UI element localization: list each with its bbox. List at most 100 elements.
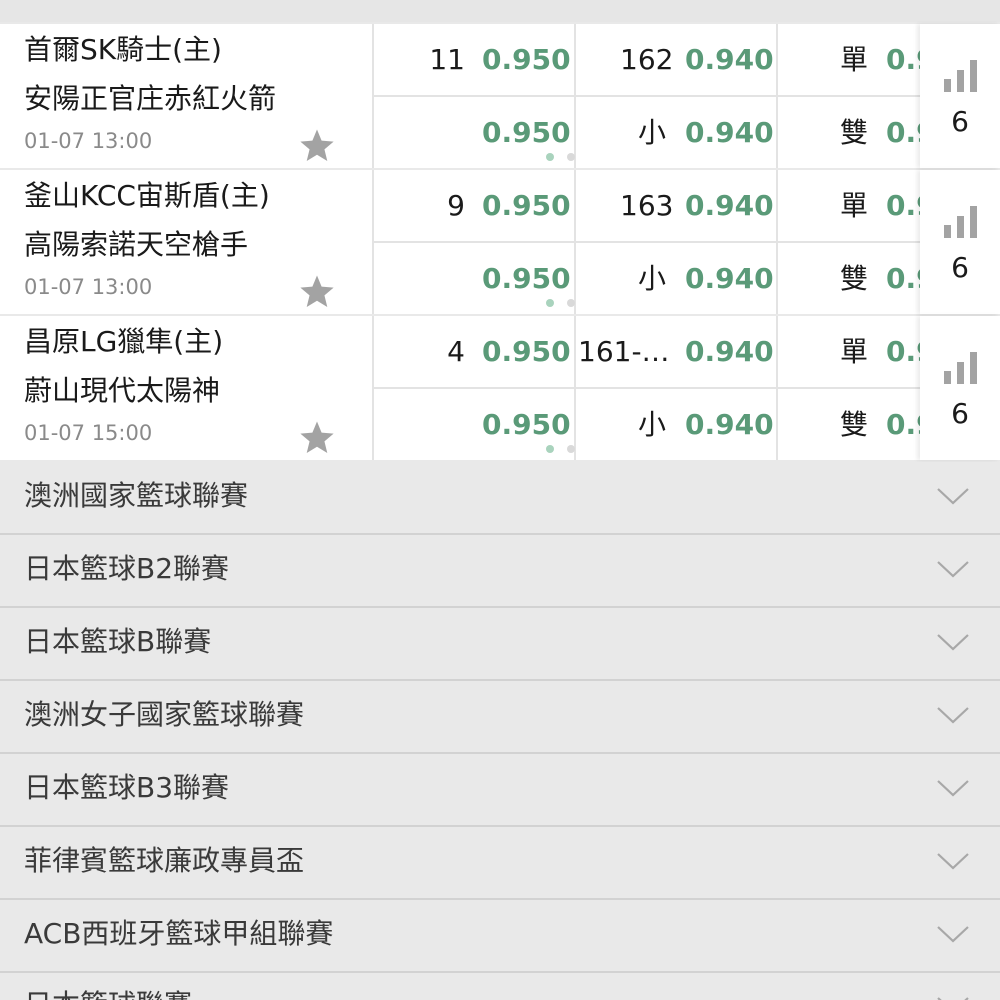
league-name: 日本籃球B2聯賽 — [24, 552, 230, 585]
even-odds: 0.9 — [886, 116, 920, 149]
league-name: 澳洲國家籃球聯賽 — [24, 479, 249, 512]
league-row[interactable]: 日本籃球聯賽 — [0, 973, 1000, 1000]
handicap-odds: 0.950 — [482, 43, 571, 76]
dot-inactive — [567, 299, 575, 307]
under-label: 小 — [638, 408, 667, 441]
even-label: 雙 — [840, 262, 869, 295]
handicap-line: 4 — [447, 335, 465, 368]
handicap-home-cell[interactable]: 11 0.950 — [374, 24, 574, 95]
dot-inactive — [567, 445, 575, 453]
league-name: 日本籃球聯賽 — [24, 991, 192, 1000]
under-label: 小 — [638, 262, 667, 295]
total-odds: 0.940 — [685, 262, 774, 295]
league-name: 日本籃球B聯賽 — [24, 625, 212, 658]
handicap-home-cell[interactable]: 9 0.950 — [374, 170, 574, 241]
match-info[interactable]: 首爾SK騎士(主) 安陽正官庄赤紅火箭 01-07 13:00 — [0, 24, 372, 168]
league-name: 澳洲女子國家籃球聯賽 — [24, 698, 305, 731]
match-time: 01-07 15:00 — [24, 421, 153, 445]
odd-cell[interactable]: 單 0.9 — [778, 170, 920, 241]
chevron-down-icon — [937, 997, 969, 1000]
handicap-line: 9 — [447, 189, 465, 222]
total-over-cell[interactable]: 162 0.940 — [576, 24, 776, 95]
league-row[interactable]: 日本籃球B3聯賽 — [0, 754, 1000, 827]
total-under-cell[interactable]: 小 0.940 — [576, 97, 776, 168]
handicap-odds: 0.950 — [482, 408, 571, 441]
total-odds: 0.940 — [685, 116, 774, 149]
handicap-odds: 0.950 — [482, 335, 571, 368]
dot-active — [546, 299, 554, 307]
league-row[interactable]: 澳洲國家籃球聯賽 — [0, 462, 1000, 535]
chevron-down-icon — [937, 707, 969, 724]
even-label: 雙 — [840, 408, 869, 441]
star-icon[interactable] — [298, 419, 336, 457]
league-row[interactable]: 菲律賓籃球廉政專員盃 — [0, 827, 1000, 900]
match-info[interactable]: 釜山KCC宙斯盾(主) 高陽索諾天空槍手 01-07 13:00 — [0, 170, 372, 314]
even-cell[interactable]: 雙 0.9 — [778, 389, 920, 460]
total-over-cell[interactable]: 163 0.940 — [576, 170, 776, 241]
match-time: 01-07 13:00 — [24, 129, 153, 153]
home-team: 釜山KCC宙斯盾(主) — [24, 179, 270, 212]
odd-odds: 0.9 — [886, 43, 920, 76]
handicap-line: 11 — [429, 43, 465, 76]
league-name: 日本籃球B3聯賽 — [24, 771, 230, 804]
dot-active — [546, 445, 554, 453]
away-team: 安陽正官庄赤紅火箭 — [24, 82, 277, 115]
even-cell[interactable]: 雙 0.9 — [778, 243, 920, 314]
home-team: 首爾SK騎士(主) — [24, 33, 222, 66]
odd-label: 單 — [840, 189, 869, 222]
handicap-home-cell[interactable]: 4 0.950 — [374, 316, 574, 387]
total-odds: 0.940 — [685, 335, 774, 368]
under-label: 小 — [638, 116, 667, 149]
chevron-down-icon — [937, 488, 969, 505]
match-row: 昌原LG獵隼(主) 蔚山現代太陽神 01-07 15:00 4 0.950 0.… — [0, 316, 1000, 460]
handicap-odds: 0.950 — [482, 116, 571, 149]
odd-label: 單 — [840, 335, 869, 368]
total-over-cell[interactable]: 161-… 0.940 — [576, 316, 776, 387]
even-cell[interactable]: 雙 0.9 — [778, 97, 920, 168]
more-markets-button[interactable]: 6 — [920, 24, 1000, 168]
total-line: 163 — [620, 189, 674, 222]
handicap-away-cell[interactable]: 0.950 — [374, 97, 574, 168]
even-label: 雙 — [840, 116, 869, 149]
match-time: 01-07 13:00 — [24, 275, 153, 299]
more-markets-count: 6 — [951, 105, 969, 138]
even-odds: 0.9 — [886, 408, 920, 441]
signal-bars-icon — [944, 206, 977, 238]
match-row: 首爾SK騎士(主) 安陽正官庄赤紅火箭 01-07 13:00 11 0.950… — [0, 24, 1000, 168]
more-markets-count: 6 — [951, 251, 969, 284]
handicap-odds: 0.950 — [482, 189, 571, 222]
dot-active — [546, 153, 554, 161]
more-markets-button[interactable]: 6 — [920, 316, 1000, 460]
star-icon[interactable] — [298, 127, 336, 165]
star-icon[interactable] — [298, 273, 336, 311]
league-row[interactable]: 澳洲女子國家籃球聯賽 — [0, 681, 1000, 754]
odd-cell[interactable]: 單 0.9 — [778, 24, 920, 95]
odd-odds: 0.9 — [886, 335, 920, 368]
match-row: 釜山KCC宙斯盾(主) 高陽索諾天空槍手 01-07 13:00 9 0.950… — [0, 170, 1000, 314]
handicap-away-cell[interactable]: 0.950 — [374, 389, 574, 460]
signal-bars-icon — [944, 60, 977, 92]
league-name: 菲律賓籃球廉政專員盃 — [24, 844, 305, 877]
odd-odds: 0.9 — [886, 189, 920, 222]
odd-cell[interactable]: 單 0.9 — [778, 316, 920, 387]
league-name: ACB西班牙籃球甲組聯賽 — [24, 917, 334, 950]
signal-bars-icon — [944, 352, 977, 384]
total-under-cell[interactable]: 小 0.940 — [576, 243, 776, 314]
dot-inactive — [567, 153, 575, 161]
match-info[interactable]: 昌原LG獵隼(主) 蔚山現代太陽神 01-07 15:00 — [0, 316, 372, 460]
total-line: 162 — [620, 43, 674, 76]
total-under-cell[interactable]: 小 0.940 — [576, 389, 776, 460]
even-odds: 0.9 — [886, 262, 920, 295]
handicap-odds: 0.950 — [482, 262, 571, 295]
league-row[interactable]: 日本籃球B聯賽 — [0, 608, 1000, 681]
chevron-down-icon — [937, 780, 969, 797]
total-odds: 0.940 — [685, 408, 774, 441]
league-row[interactable]: 日本籃球B2聯賽 — [0, 535, 1000, 608]
chevron-down-icon — [937, 634, 969, 651]
away-team: 蔚山現代太陽神 — [24, 374, 221, 407]
more-markets-button[interactable]: 6 — [920, 170, 1000, 314]
total-odds: 0.940 — [685, 43, 774, 76]
league-row[interactable]: ACB西班牙籃球甲組聯賽 — [0, 900, 1000, 973]
handicap-away-cell[interactable]: 0.950 — [374, 243, 574, 314]
chevron-down-icon — [937, 561, 969, 578]
